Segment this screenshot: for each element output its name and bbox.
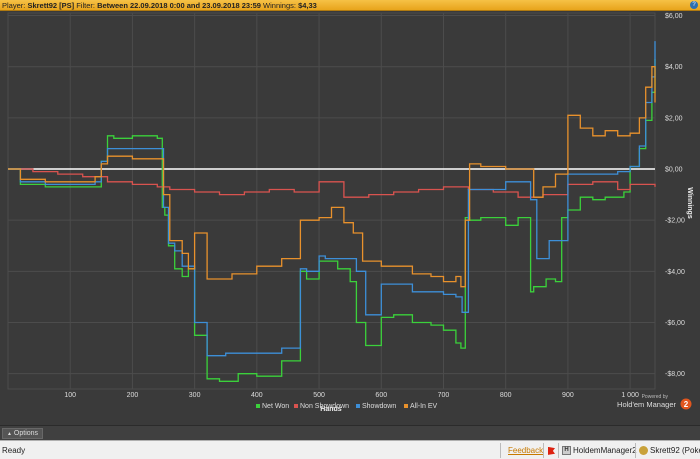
- chart-grid: [7, 12, 656, 390]
- winnings-label: Winnings:: [263, 1, 296, 10]
- y-tick-label: $6,00: [665, 13, 683, 20]
- options-button[interactable]: ▲ Options: [2, 428, 44, 439]
- status-separator: [500, 443, 501, 458]
- app-status[interactable]: H HoldemManager2: [562, 444, 637, 457]
- x-tick-label: 500: [313, 392, 325, 399]
- x-tick-label: 400: [251, 392, 263, 399]
- flag-icon[interactable]: [548, 444, 555, 457]
- help-icon[interactable]: ?: [690, 1, 698, 9]
- series-line-non-showdown: [8, 168, 656, 198]
- brand-name: Hold'em Manager: [617, 400, 676, 409]
- x-tick-label: 600: [375, 392, 387, 399]
- options-bar: ▲ Options: [0, 425, 700, 440]
- feedback-link[interactable]: Feedback: [508, 444, 543, 457]
- player-icon: [639, 446, 648, 456]
- status-bar: Ready Feedback H HoldemManager2 Skrett92 …: [0, 440, 700, 459]
- y-tick-label: $4,00: [665, 64, 683, 71]
- chevron-up-icon: ▲: [7, 431, 12, 437]
- x-tick-label: 1 000: [621, 392, 639, 399]
- player-status[interactable]: Skrett92 (PokerSt: [639, 444, 700, 457]
- status-separator: [635, 443, 636, 458]
- player-label: Player:: [2, 1, 26, 10]
- y-tick-label: -$4,00: [665, 269, 685, 276]
- plot-frame: [7, 12, 656, 390]
- x-tick-label: 800: [500, 392, 512, 399]
- y-tick-label: -$2,00: [665, 218, 685, 225]
- player-status-label: Skrett92 (PokerSt: [650, 446, 700, 455]
- holdem-manager-icon: H: [562, 446, 571, 456]
- series-lines: [8, 41, 656, 382]
- y-tick-label: $0,00: [665, 167, 683, 174]
- chart-legend: Net Won Non Showdown Showdown All-In EV: [256, 403, 438, 410]
- status-separator: [558, 443, 559, 458]
- x-tick-label: 700: [438, 392, 450, 399]
- legend-swatch: [356, 404, 360, 408]
- legend-swatch: [294, 404, 298, 408]
- legend-swatch: [256, 404, 260, 408]
- x-axis-ticks: 100 200 300 400 500 600 700 800 900 1 000: [64, 392, 639, 399]
- status-text: Ready: [2, 446, 26, 455]
- options-label: Options: [13, 430, 39, 437]
- player-value: Skrett92 [PS]: [27, 1, 75, 10]
- status-separator: [543, 443, 544, 458]
- legend-swatch: [404, 404, 408, 408]
- y-axis-ticks: $6,00 $4,00 $2,00 $0,00 -$2,00 -$4,00 -$6,00 -$…: [665, 13, 685, 378]
- legend-entry: Showdown: [362, 403, 396, 410]
- y-tick-label: -$8,00: [665, 371, 685, 378]
- y-tick-label: -$6,00: [665, 320, 685, 327]
- y-tick-label: $2,00: [665, 115, 683, 122]
- y-axis-label: Winnings: [686, 187, 693, 219]
- filter-value: Between 22.09.2018 0:00 and 23.09.2018 2…: [97, 1, 261, 10]
- x-tick-label: 200: [127, 392, 139, 399]
- legend-entry: All-In EV: [410, 403, 438, 410]
- x-tick-label: 300: [189, 392, 201, 399]
- x-tick-label: 900: [562, 392, 574, 399]
- winnings-value: $4,33: [298, 1, 317, 10]
- brand-badge: 2: [684, 400, 689, 409]
- filter-bar: Player: Skrett92 [PS] Filter: Between 22…: [0, 0, 700, 11]
- series-line-showdown: [8, 41, 656, 357]
- legend-entry: Net Won: [262, 403, 289, 410]
- winnings-chart: 100 200 300 400 500 600 700 800 900 1 000 $6,00 $4…: [0, 11, 700, 425]
- winnings-chart-svg: 100 200 300 400 500 600 700 800 900 1 000 $6,00 $4…: [7, 12, 693, 413]
- legend-entry: Non Showdown: [300, 403, 349, 410]
- filter-label: Filter:: [76, 1, 95, 10]
- app-label: HoldemManager2: [573, 446, 637, 455]
- x-tick-label: 100: [64, 392, 76, 399]
